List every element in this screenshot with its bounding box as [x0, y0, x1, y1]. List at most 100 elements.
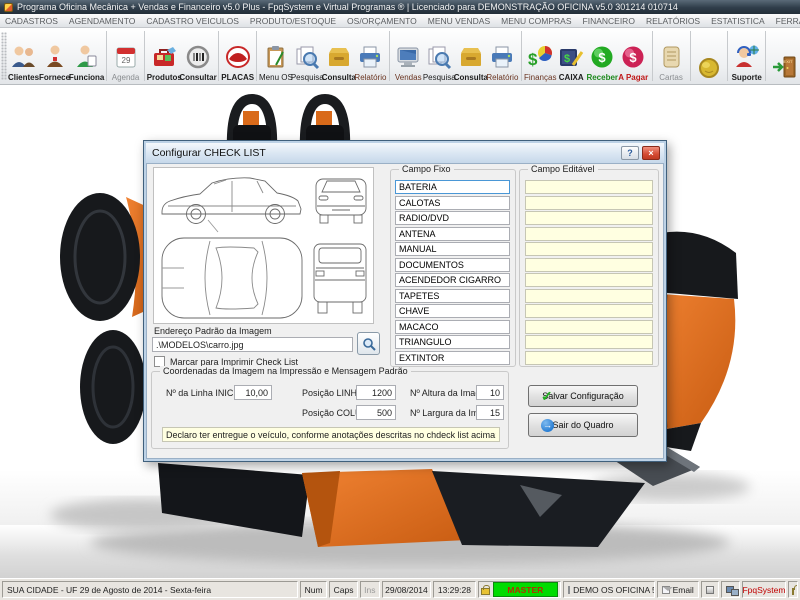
toolbar-funcionarios-button[interactable]: Funciona: [69, 29, 104, 83]
status-brand: FpqSystem: [741, 581, 786, 598]
dialog-close-button[interactable]: ×: [642, 146, 660, 160]
default-message-input[interactable]: [162, 427, 500, 442]
lock-icon: [480, 584, 490, 595]
suppliers-people-icon: [40, 42, 70, 72]
linha-inicial-input[interactable]: [234, 385, 272, 400]
toolbar-vendas-pesquisa-button[interactable]: Pesquisa: [423, 29, 456, 83]
check-icon: ✓: [541, 388, 553, 404]
menu-item-cadastro-veiculos[interactable]: CADASTRO VEICULOS: [146, 16, 239, 26]
printer-icon: [705, 585, 715, 594]
toolbar-placas-button[interactable]: PLACAS: [221, 29, 254, 83]
status-printer[interactable]: [700, 581, 720, 598]
campo-fixo-input[interactable]: [395, 288, 510, 303]
campo-editavel-input[interactable]: [525, 304, 653, 318]
toolbar-caixa-button[interactable]: $ CAIXA: [556, 29, 587, 83]
campo-editavel-input[interactable]: [525, 195, 653, 210]
image-path-input[interactable]: [152, 337, 353, 352]
search-docs-icon: [424, 42, 454, 72]
status-network[interactable]: [721, 581, 740, 598]
car-plate-icon: [223, 42, 253, 72]
campo-fixo-input[interactable]: [395, 257, 510, 272]
campo-fixo-input[interactable]: [395, 273, 510, 287]
status-email[interactable]: Email: [656, 581, 699, 598]
menu-item-ferramentas[interactable]: FERRAMENTAS: [776, 16, 800, 26]
cashbook-icon: $: [556, 42, 586, 72]
scroll-icon: [656, 42, 686, 72]
monitor-icon: [393, 42, 423, 72]
toolbar-vendas-relatorio-button[interactable]: Relatório: [486, 29, 518, 83]
campo-fixo-input[interactable]: [395, 319, 510, 334]
menu-item-produto-estoque[interactable]: PRODUTO/ESTOQUE: [250, 16, 336, 26]
toolbar-cartas-button[interactable]: Cartas: [656, 29, 687, 83]
campo-fixo-input[interactable]: [395, 304, 510, 318]
toolbar-agenda-button[interactable]: 29 Agenda: [110, 29, 141, 83]
toolbar-suporte-button[interactable]: Suporte: [731, 29, 762, 83]
campo-editavel-input[interactable]: [525, 180, 653, 194]
toolbar-vendas-consulta-button[interactable]: Consulta: [454, 29, 488, 83]
status-location: SUA CIDADE - UF 29 de Agosto de 2014 - S…: [2, 581, 299, 598]
menu-item-os-orcamento[interactable]: OS/ORÇAMENTO: [347, 16, 417, 26]
campo-editavel-input[interactable]: [525, 288, 653, 303]
menu-item-menu-compras[interactable]: MENU COMPRAS: [501, 16, 571, 26]
toolbar-financas-button[interactable]: $ Finanças: [524, 29, 556, 83]
status-time: 13:29:28: [433, 581, 476, 598]
dialog-titlebar[interactable]: Configurar CHECK LIST ? ×: [146, 143, 664, 163]
campo-fixo-input[interactable]: [395, 226, 510, 241]
dialog-help-button[interactable]: ?: [621, 146, 639, 160]
menu-item-agendamento[interactable]: AGENDAMENTO: [69, 16, 135, 26]
campo-fixo-input[interactable]: [395, 180, 510, 194]
menu-item-estatistica[interactable]: ESTATISTICA: [711, 16, 765, 26]
campo-fixo-input[interactable]: [395, 335, 510, 349]
browse-image-button[interactable]: [357, 332, 380, 355]
campo-editavel-input[interactable]: [525, 335, 653, 349]
largura-imagem-input[interactable]: [476, 405, 504, 420]
app-icon: [4, 2, 13, 12]
toolbar-os-consulta-button[interactable]: Consulta: [322, 29, 356, 83]
campo-editavel-input[interactable]: [525, 319, 653, 334]
exit-dialog-button[interactable]: → Sair do Quadro: [528, 413, 638, 437]
campo-editavel-input[interactable]: [525, 257, 653, 272]
drawer-icon: [324, 42, 354, 72]
menubar: CADASTROS AGENDAMENTO CADASTRO VEICULOS …: [0, 14, 800, 28]
toolbar-vendas-button[interactable]: Vendas: [393, 29, 424, 83]
toolbar-fornecedores-button[interactable]: Fornece: [39, 29, 70, 83]
menu-item-menu-vendas[interactable]: MENU VENDAS: [428, 16, 490, 26]
status-caps: Caps: [329, 581, 359, 598]
campo-editavel-input[interactable]: [525, 226, 653, 241]
toolbar-separator: [651, 31, 653, 81]
campo-fixo-input[interactable]: [395, 211, 510, 225]
save-config-button[interactable]: ✓ Salvar Configuração: [528, 385, 638, 407]
toolbar-os-pesquisa-button[interactable]: Pesquisa: [291, 29, 324, 83]
menu-item-cadastros[interactable]: CADASTROS: [5, 16, 58, 26]
campo-fixo-input[interactable]: [395, 195, 510, 210]
toolbar: Clientes Fornece Funciona 29 Agenda Prod…: [0, 28, 800, 85]
toolbar-coin-button[interactable]: [693, 29, 724, 83]
menu-item-relatorios[interactable]: RELATÓRIOS: [646, 16, 700, 26]
campo-fixo-input[interactable]: [395, 350, 510, 365]
toolbar-consultar-button[interactable]: Consultar: [179, 29, 217, 83]
altura-imagem-input[interactable]: [476, 385, 504, 400]
toolbar-separator: [106, 31, 108, 81]
campo-editavel-input[interactable]: [525, 350, 653, 365]
campo-editavel-input[interactable]: [525, 211, 653, 225]
image-path-label: Endereço Padrão da Imagem: [154, 326, 272, 336]
print-checklist-label: Marcar para Imprimir Check List: [170, 356, 299, 367]
campo-editavel-input[interactable]: [525, 273, 653, 287]
toolbar-os-relatorio-button[interactable]: Relatório: [354, 29, 386, 83]
posicao-coluna-input[interactable]: [356, 405, 396, 420]
svg-text:29: 29: [121, 56, 130, 65]
toolbar-menu-os-button[interactable]: Menu OS: [259, 29, 293, 83]
toolbar-exit-button[interactable]: EXIT: [769, 29, 800, 83]
toolbar-produtos-button[interactable]: Produtos: [147, 29, 182, 83]
campo-editavel-input[interactable]: [525, 242, 653, 256]
posicao-linha-input[interactable]: [356, 385, 396, 400]
clipboard-icon: [261, 42, 291, 72]
campo-fixo-input[interactable]: [395, 242, 510, 256]
posicao-linha-label: Posição LINHA: [302, 388, 364, 398]
barcode-icon: [183, 42, 213, 72]
toolbar-a-pagar-button[interactable]: $ A Pagar: [618, 29, 649, 83]
toolbar-clientes-button[interactable]: Clientes: [8, 29, 39, 83]
toolbar-receber-button[interactable]: $ Receber: [586, 29, 618, 83]
campo-fixo-title: Campo Fixo: [399, 164, 454, 174]
menu-item-financeiro[interactable]: FINANCEIRO: [583, 16, 635, 26]
